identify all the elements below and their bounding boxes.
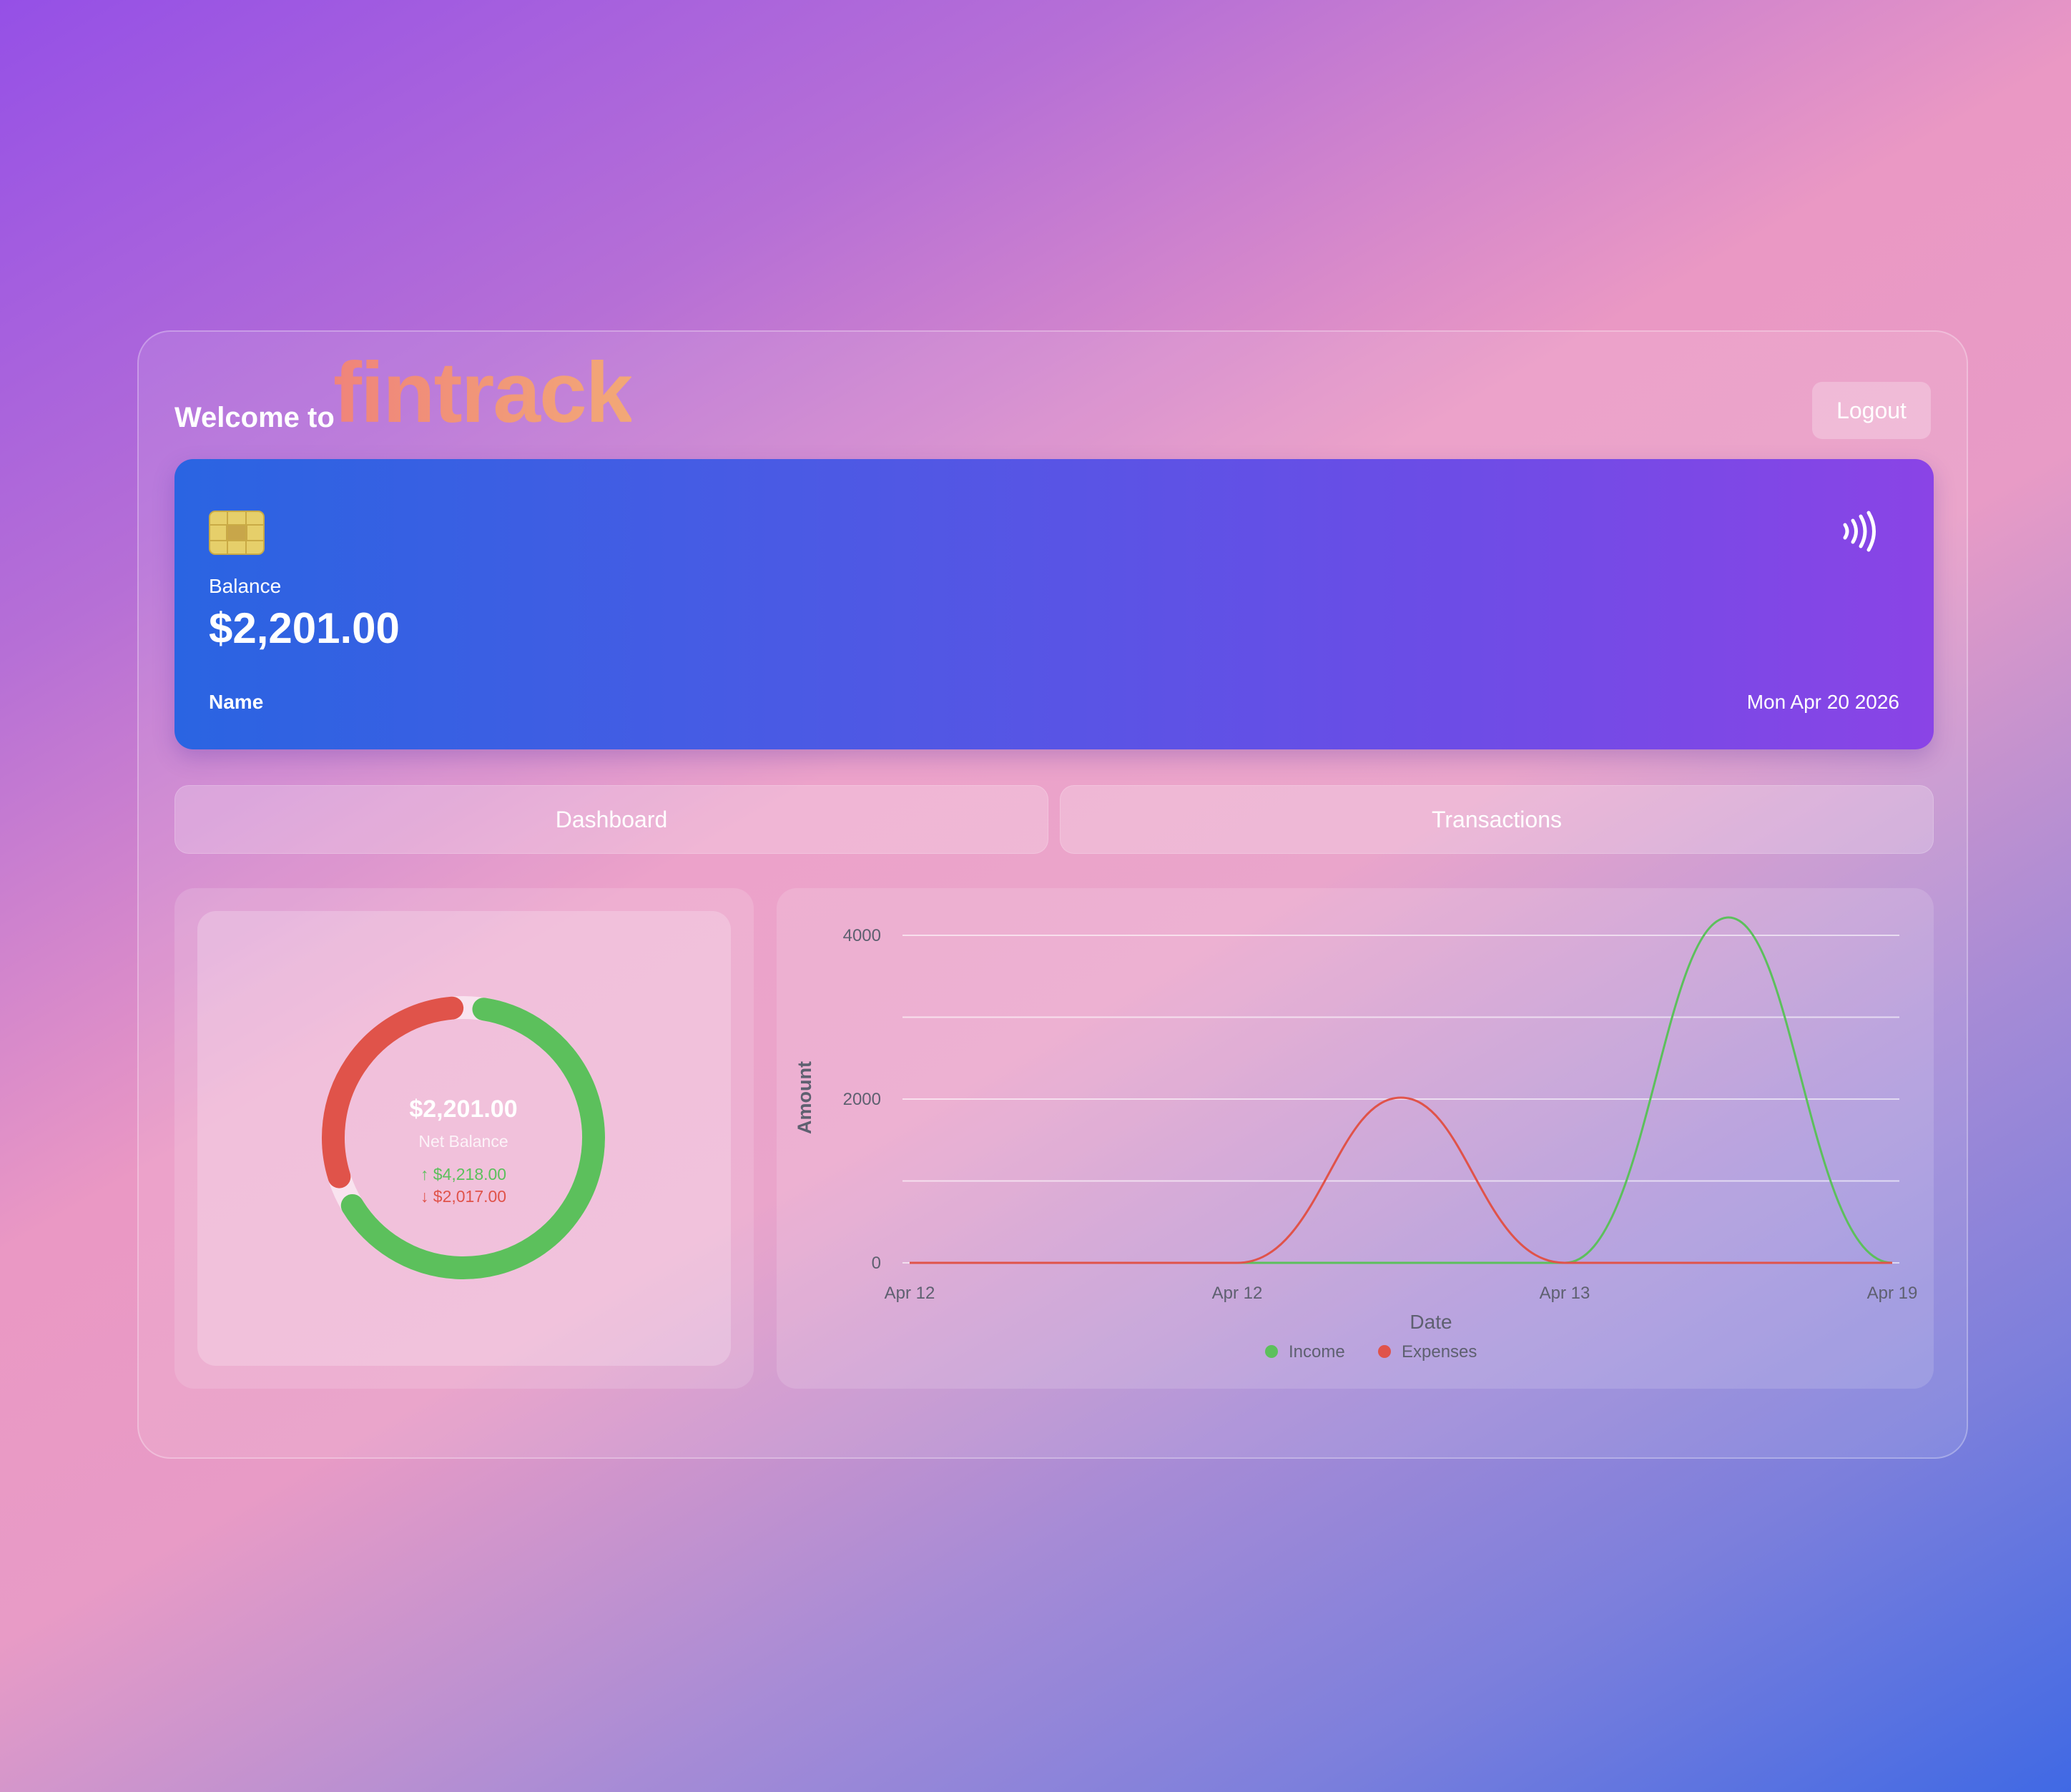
income-expense-chart-card: 0 2000 4000 Apr 12 Apr 12 Apr 13 Apr 19 Amount D… [777,888,1934,1389]
contactless-icon [1843,511,1876,552]
legend-marker-income [1265,1345,1278,1358]
balance-value: $2,201.00 [209,604,400,652]
balance-label: Balance [209,575,282,597]
brand-logo: fintrack [333,345,633,440]
donut-slice-expenses [322,996,464,1188]
logout-button[interactable]: Logout [1812,382,1931,439]
donut-expense-text: ↓ $2,017.00 [420,1187,506,1206]
balance-card: Balance $2,201.00 Name Mon Apr 20 2026 [174,459,1934,749]
legend-marker-expenses [1378,1345,1391,1358]
y-tick-label: 4000 [843,926,881,945]
x-tick-label: Apr 12 [885,1284,935,1303]
x-tick-label: Apr 19 [1867,1284,1918,1303]
donut-center-value: $2,201.00 [409,1096,517,1123]
y-axis-title: Amount [794,1061,815,1134]
x-axis-title: Date [1410,1311,1452,1333]
card-chip-icon [209,511,265,555]
header: Welcome to fintrack Logout [174,346,1931,439]
y-tick-label: 2000 [843,1090,881,1109]
tab-transactions[interactable]: Transactions [1060,785,1934,854]
donut-income-text: ↑ $4,218.00 [420,1165,506,1183]
donut-center-label: Net Balance [418,1132,508,1151]
legend-label-expenses[interactable]: Expenses [1402,1342,1477,1362]
line-chart: 0 2000 4000 Apr 12 Apr 12 Apr 13 Apr 19 Amount D… [794,916,1918,1362]
x-tick-label: Apr 12 [1212,1284,1263,1303]
legend-label-income[interactable]: Income [1289,1342,1345,1362]
welcome-text: Welcome to [174,402,335,433]
card-date: Mon Apr 20 2026 [1746,691,1899,713]
net-balance-card: $2,201.00 Net Balance ↑ $4,218.00 ↓ $2,0… [174,888,754,1389]
y-tick-label: 0 [872,1254,881,1273]
donut-chart: $2,201.00 Net Balance ↑ $4,218.00 ↓ $2,0… [322,996,605,1279]
tab-dashboard[interactable]: Dashboard [174,785,1048,854]
x-tick-label: Apr 13 [1540,1284,1590,1303]
card-holder-name: Name [209,691,264,713]
series-line-income [910,916,1893,1264]
main-panel: Welcome to fintrack Logout Balance $2,20… [137,330,1968,1459]
net-balance-inner: $2,201.00 Net Balance ↑ $4,218.00 ↓ $2,0… [197,911,731,1366]
